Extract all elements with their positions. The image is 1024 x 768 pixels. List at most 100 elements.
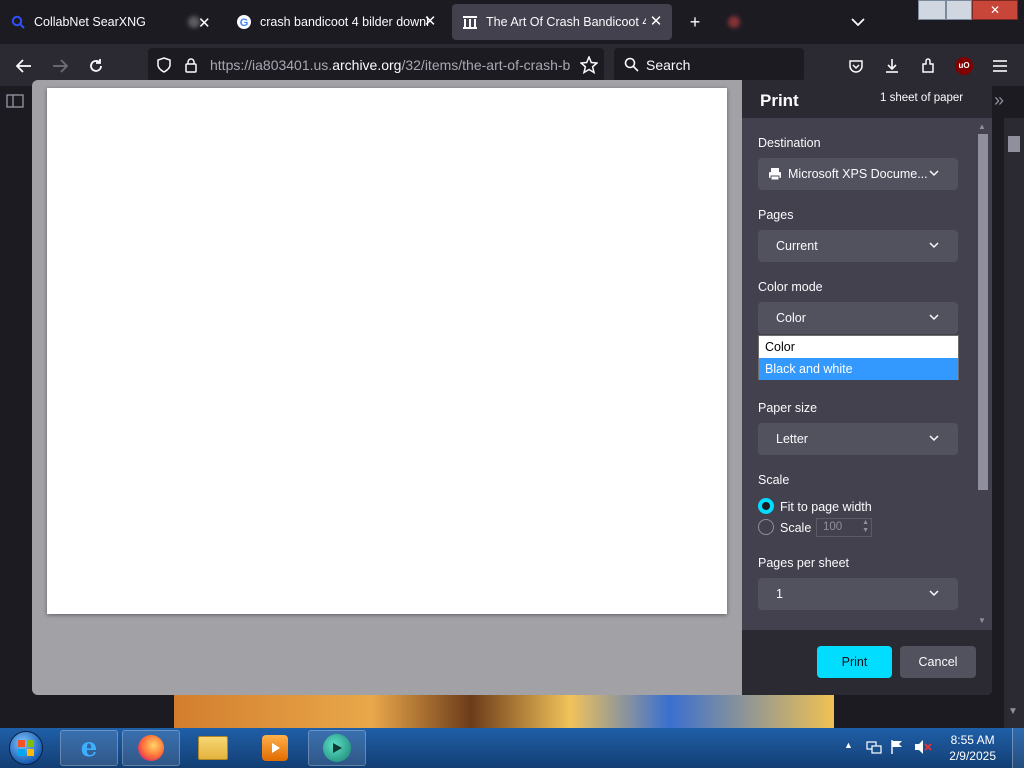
volume-muted-icon[interactable] bbox=[914, 739, 932, 760]
fit-to-width-radio[interactable] bbox=[758, 498, 774, 514]
taskbar-media-player[interactable] bbox=[246, 730, 304, 766]
network-icon[interactable] bbox=[866, 739, 882, 760]
print-button[interactable]: Print bbox=[817, 646, 892, 678]
clock-time: 8:55 AM bbox=[950, 733, 995, 747]
tab-google[interactable]: G crash bandicoot 4 bilder downl ✕ bbox=[226, 4, 446, 40]
show-desktop-button[interactable] bbox=[1012, 728, 1024, 768]
url-text[interactable]: https://ia803401.us.archive.org/32/items… bbox=[210, 57, 570, 73]
destination-select[interactable]: Microsoft XPS Docume... bbox=[758, 158, 958, 190]
list-tabs-icon[interactable] bbox=[844, 8, 872, 36]
taskbar-app[interactable] bbox=[308, 730, 366, 766]
settings-scrollbar[interactable]: ▲ ▼ bbox=[975, 120, 991, 630]
taskbar-firefox[interactable] bbox=[122, 730, 180, 766]
scroll-down-icon[interactable]: ▼ bbox=[978, 616, 988, 626]
color-mode-select[interactable]: Color bbox=[758, 302, 958, 334]
destination-label: Destination bbox=[758, 136, 821, 150]
close-tab-icon[interactable]: ✕ bbox=[648, 14, 664, 30]
pages-value: Current bbox=[776, 239, 818, 253]
google-icon: G bbox=[236, 14, 252, 30]
search-icon bbox=[10, 14, 26, 30]
pocket-icon[interactable] bbox=[842, 52, 870, 80]
start-button[interactable] bbox=[4, 729, 48, 767]
minimize-icon[interactable] bbox=[918, 0, 946, 20]
close-window-icon[interactable]: ✕ bbox=[972, 0, 1018, 20]
lock-icon[interactable] bbox=[184, 57, 198, 78]
search-bar[interactable]: Search bbox=[614, 48, 804, 82]
printer-icon bbox=[768, 167, 782, 181]
print-dialog: Print 1 sheet of paper Destination Micro… bbox=[32, 80, 992, 695]
new-tab-icon[interactable]: + bbox=[681, 8, 709, 36]
extension-badge: uO bbox=[955, 57, 973, 75]
extensions-icon[interactable] bbox=[914, 52, 942, 80]
color-option[interactable]: Color bbox=[759, 336, 958, 358]
page-image bbox=[174, 690, 834, 728]
paper-size-value: Letter bbox=[776, 432, 808, 446]
tab-searxng[interactable]: CollabNet SearXNG bbox=[0, 4, 176, 40]
chevron-down-icon bbox=[928, 239, 940, 251]
menu-icon[interactable] bbox=[986, 52, 1014, 80]
reload-icon[interactable] bbox=[82, 52, 110, 80]
pages-per-sheet-select[interactable]: 1 bbox=[758, 578, 958, 610]
forward-icon[interactable] bbox=[46, 52, 74, 80]
chevron-down-icon bbox=[928, 167, 940, 179]
scroll-down-icon[interactable]: ▼ bbox=[1008, 706, 1020, 718]
close-tab-icon[interactable]: ✕ bbox=[198, 14, 211, 32]
expand-panel-icon[interactable]: » bbox=[994, 90, 1018, 114]
color-mode-dropdown: Color Black and white bbox=[758, 335, 959, 380]
scale-input[interactable]: 100 ▲ ▼ bbox=[816, 518, 872, 537]
ublock-icon[interactable]: uO bbox=[950, 52, 978, 80]
url-suffix: /32/items/the-art-of-crash-b bbox=[401, 57, 570, 73]
scale-option-label: Scale bbox=[780, 521, 812, 535]
tab-archive-active[interactable]: The Art Of Crash Bandicoot 4 It ✕ bbox=[452, 4, 672, 40]
tab-blurred[interactable] bbox=[716, 4, 826, 40]
color-mode-label: Color mode bbox=[758, 280, 823, 294]
bookmark-star-icon[interactable] bbox=[579, 55, 599, 79]
search-placeholder: Search bbox=[646, 57, 691, 73]
pages-per-sheet-value: 1 bbox=[776, 587, 783, 601]
sidebar-toggle-icon[interactable] bbox=[6, 94, 26, 110]
print-footer: Print Cancel bbox=[742, 630, 992, 695]
url-domain: archive.org bbox=[332, 57, 402, 73]
blurred-icon bbox=[726, 14, 742, 30]
shield-icon[interactable] bbox=[156, 57, 172, 78]
paper-size-label: Paper size bbox=[758, 401, 818, 415]
url-bar[interactable]: https://ia803401.us.archive.org/32/items… bbox=[148, 48, 604, 82]
tab-title: CollabNet SearXNG bbox=[34, 15, 146, 29]
settings-scroll-thumb[interactable] bbox=[978, 134, 988, 490]
scale-radio[interactable] bbox=[758, 519, 774, 535]
taskbar-explorer[interactable] bbox=[184, 730, 242, 766]
tab-strip: CollabNet SearXNG ✕ G crash bandicoot 4 … bbox=[0, 0, 1024, 44]
page-scroll-thumb[interactable] bbox=[1008, 136, 1020, 152]
scroll-up-icon[interactable]: ▲ bbox=[978, 122, 988, 132]
system-clock[interactable]: 8:55 AM 2/9/2025 bbox=[949, 732, 996, 764]
stepper-icon[interactable]: ▲ ▼ bbox=[862, 519, 869, 535]
destination-value: Microsoft XPS Docume... bbox=[788, 167, 928, 181]
close-tab-icon[interactable]: ✕ bbox=[422, 14, 438, 30]
media-player-icon bbox=[262, 735, 288, 761]
action-center-flag-icon[interactable] bbox=[890, 739, 904, 760]
show-hidden-icons-icon[interactable]: ▲ bbox=[844, 740, 853, 750]
maximize-icon[interactable] bbox=[946, 0, 972, 20]
tab-title: crash bandicoot 4 bilder downl bbox=[260, 15, 429, 29]
pages-select[interactable]: Current bbox=[758, 230, 958, 262]
black-and-white-option[interactable]: Black and white bbox=[759, 358, 958, 380]
cancel-button[interactable]: Cancel bbox=[900, 646, 976, 678]
url-prefix: https://ia803401.us. bbox=[210, 57, 333, 73]
chevron-down-icon bbox=[928, 311, 940, 323]
tab-title: The Art Of Crash Bandicoot 4 It bbox=[486, 15, 646, 29]
taskbar-ie[interactable]: e bbox=[60, 730, 118, 766]
color-mode-value: Color bbox=[776, 311, 806, 325]
print-preview-page bbox=[47, 88, 727, 614]
search-icon bbox=[624, 57, 639, 77]
internet-explorer-icon: e bbox=[80, 733, 98, 763]
pages-label: Pages bbox=[758, 208, 794, 222]
back-icon[interactable] bbox=[10, 52, 38, 80]
firefox-icon bbox=[138, 735, 164, 761]
print-title: Print bbox=[760, 91, 799, 110]
sheet-count: 1 sheet of paper bbox=[880, 92, 964, 104]
chevron-down-icon bbox=[928, 587, 940, 599]
page-scrollbar[interactable]: ▼ bbox=[1004, 118, 1024, 728]
archive-icon bbox=[462, 14, 478, 30]
paper-size-select[interactable]: Letter bbox=[758, 423, 958, 455]
downloads-icon[interactable] bbox=[878, 52, 906, 80]
